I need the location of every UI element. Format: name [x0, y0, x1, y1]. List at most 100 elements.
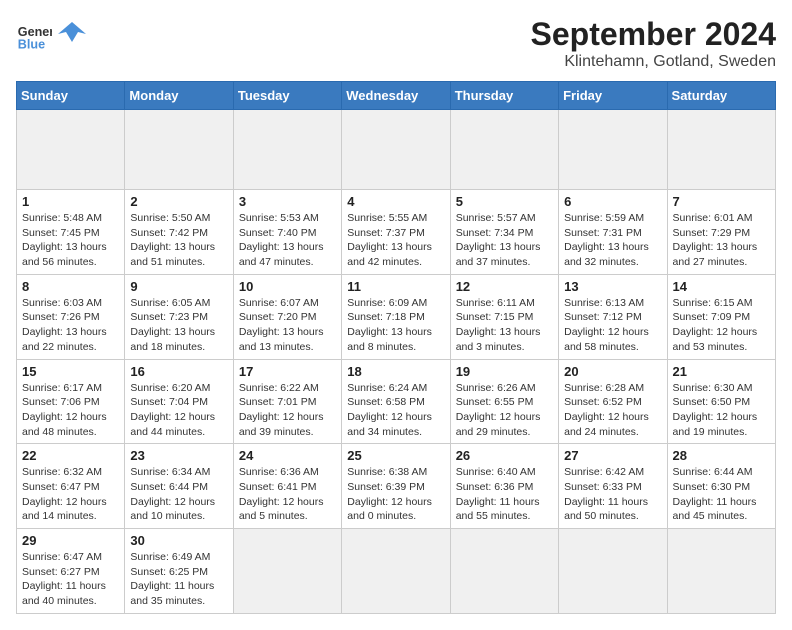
day-info: Sunrise: 6:38 AMSunset: 6:39 PMDaylight:…: [347, 465, 444, 524]
calendar-cell: [125, 110, 233, 190]
calendar-cell: 17 Sunrise: 6:22 AMSunset: 7:01 PMDayligh…: [233, 359, 341, 444]
day-number: 13: [564, 279, 661, 294]
day-number: 16: [130, 364, 227, 379]
day-info: Sunrise: 6:36 AMSunset: 6:41 PMDaylight:…: [239, 465, 336, 524]
day-info: Sunrise: 5:48 AMSunset: 7:45 PMDaylight:…: [22, 211, 119, 270]
calendar-cell: 18 Sunrise: 6:24 AMSunset: 6:58 PMDayligh…: [342, 359, 450, 444]
day-number: 9: [130, 279, 227, 294]
weekday-header-row: SundayMondayTuesdayWednesdayThursdayFrid…: [17, 82, 776, 110]
day-number: 27: [564, 448, 661, 463]
calendar-cell: 12 Sunrise: 6:11 AMSunset: 7:15 PMDayligh…: [450, 274, 558, 359]
calendar-cell: 28 Sunrise: 6:44 AMSunset: 6:30 PMDayligh…: [667, 444, 775, 529]
calendar-cell: 21 Sunrise: 6:30 AMSunset: 6:50 PMDayligh…: [667, 359, 775, 444]
calendar-cell: [233, 529, 341, 614]
calendar-cell: 16 Sunrise: 6:20 AMSunset: 7:04 PMDayligh…: [125, 359, 233, 444]
day-number: 29: [22, 533, 119, 548]
calendar-cell: [233, 110, 341, 190]
weekday-monday: Monday: [125, 82, 233, 110]
day-info: Sunrise: 6:32 AMSunset: 6:47 PMDaylight:…: [22, 465, 119, 524]
calendar-cell: 30 Sunrise: 6:49 AMSunset: 6:25 PMDayligh…: [125, 529, 233, 614]
day-number: 22: [22, 448, 119, 463]
day-number: 30: [130, 533, 227, 548]
day-number: 25: [347, 448, 444, 463]
day-info: Sunrise: 5:59 AMSunset: 7:31 PMDaylight:…: [564, 211, 661, 270]
day-number: 15: [22, 364, 119, 379]
calendar-cell: [17, 110, 125, 190]
day-info: Sunrise: 6:11 AMSunset: 7:15 PMDaylight:…: [456, 296, 553, 355]
calendar-week-2: 8 Sunrise: 6:03 AMSunset: 7:26 PMDaylight…: [17, 274, 776, 359]
day-number: 28: [673, 448, 770, 463]
day-info: Sunrise: 6:24 AMSunset: 6:58 PMDaylight:…: [347, 381, 444, 440]
day-number: 23: [130, 448, 227, 463]
day-number: 8: [22, 279, 119, 294]
page-subtitle: Klintehamn, Gotland, Sweden: [531, 53, 776, 71]
calendar-cell: 22 Sunrise: 6:32 AMSunset: 6:47 PMDayligh…: [17, 444, 125, 529]
weekday-thursday: Thursday: [450, 82, 558, 110]
logo-icon: General Blue: [16, 16, 52, 52]
calendar-cell: 5Sunrise: 5:57 AMSunset: 7:34 PMDaylight…: [450, 190, 558, 275]
day-info: Sunrise: 6:07 AMSunset: 7:20 PMDaylight:…: [239, 296, 336, 355]
day-number: 11: [347, 279, 444, 294]
calendar-cell: [559, 110, 667, 190]
day-info: Sunrise: 6:44 AMSunset: 6:30 PMDaylight:…: [673, 465, 770, 524]
day-info: Sunrise: 6:15 AMSunset: 7:09 PMDaylight:…: [673, 296, 770, 355]
day-number: 1: [22, 194, 119, 209]
svg-text:Blue: Blue: [18, 37, 45, 51]
weekday-saturday: Saturday: [667, 82, 775, 110]
calendar-cell: 1 Sunrise: 5:48 AMSunset: 7:45 PMDaylight…: [17, 190, 125, 275]
calendar-cell: 29 Sunrise: 6:47 AMSunset: 6:27 PMDayligh…: [17, 529, 125, 614]
calendar-cell: 25 Sunrise: 6:38 AMSunset: 6:39 PMDayligh…: [342, 444, 450, 529]
day-info: Sunrise: 6:22 AMSunset: 7:01 PMDaylight:…: [239, 381, 336, 440]
calendar-cell: 3Sunrise: 5:53 AMSunset: 7:40 PMDaylight…: [233, 190, 341, 275]
day-info: Sunrise: 5:53 AMSunset: 7:40 PMDaylight:…: [239, 211, 336, 270]
day-info: Sunrise: 6:01 AMSunset: 7:29 PMDaylight:…: [673, 211, 770, 270]
calendar-cell: 13Sunrise: 6:13 AMSunset: 7:12 PMDayligh…: [559, 274, 667, 359]
calendar-body: 1 Sunrise: 5:48 AMSunset: 7:45 PMDaylight…: [17, 110, 776, 614]
calendar-week-1: 1 Sunrise: 5:48 AMSunset: 7:45 PMDaylight…: [17, 190, 776, 275]
day-info: Sunrise: 6:30 AMSunset: 6:50 PMDaylight:…: [673, 381, 770, 440]
day-number: 24: [239, 448, 336, 463]
calendar-cell: [342, 529, 450, 614]
calendar-cell: [559, 529, 667, 614]
day-number: 4: [347, 194, 444, 209]
day-number: 2: [130, 194, 227, 209]
weekday-friday: Friday: [559, 82, 667, 110]
calendar-week-5: 29 Sunrise: 6:47 AMSunset: 6:27 PMDayligh…: [17, 529, 776, 614]
title-block: September 2024 Klintehamn, Gotland, Swed…: [531, 16, 776, 71]
calendar-cell: 10 Sunrise: 6:07 AMSunset: 7:20 PMDayligh…: [233, 274, 341, 359]
calendar-cell: 26Sunrise: 6:40 AMSunset: 6:36 PMDayligh…: [450, 444, 558, 529]
day-number: 12: [456, 279, 553, 294]
day-number: 19: [456, 364, 553, 379]
calendar-cell: 6Sunrise: 5:59 AMSunset: 7:31 PMDaylight…: [559, 190, 667, 275]
page-header: General Blue September 2024 Klintehamn, …: [16, 16, 776, 71]
day-info: Sunrise: 5:50 AMSunset: 7:42 PMDaylight:…: [130, 211, 227, 270]
day-info: Sunrise: 6:49 AMSunset: 6:25 PMDaylight:…: [130, 550, 227, 609]
calendar-table: SundayMondayTuesdayWednesdayThursdayFrid…: [16, 81, 776, 614]
calendar-week-4: 22 Sunrise: 6:32 AMSunset: 6:47 PMDayligh…: [17, 444, 776, 529]
calendar-cell: 15Sunrise: 6:17 AMSunset: 7:06 PMDayligh…: [17, 359, 125, 444]
weekday-tuesday: Tuesday: [233, 82, 341, 110]
day-info: Sunrise: 6:26 AMSunset: 6:55 PMDaylight:…: [456, 381, 553, 440]
calendar-cell: [342, 110, 450, 190]
day-number: 21: [673, 364, 770, 379]
day-info: Sunrise: 6:28 AMSunset: 6:52 PMDaylight:…: [564, 381, 661, 440]
day-number: 18: [347, 364, 444, 379]
calendar-cell: 2 Sunrise: 5:50 AMSunset: 7:42 PMDaylight…: [125, 190, 233, 275]
calendar-cell: 11Sunrise: 6:09 AMSunset: 7:18 PMDayligh…: [342, 274, 450, 359]
day-number: 7: [673, 194, 770, 209]
day-info: Sunrise: 5:57 AMSunset: 7:34 PMDaylight:…: [456, 211, 553, 270]
day-info: Sunrise: 6:34 AMSunset: 6:44 PMDaylight:…: [130, 465, 227, 524]
day-number: 10: [239, 279, 336, 294]
calendar-cell: 4Sunrise: 5:55 AMSunset: 7:37 PMDaylight…: [342, 190, 450, 275]
day-info: Sunrise: 6:47 AMSunset: 6:27 PMDaylight:…: [22, 550, 119, 609]
calendar-cell: 7 Sunrise: 6:01 AMSunset: 7:29 PMDaylight…: [667, 190, 775, 275]
day-info: Sunrise: 6:20 AMSunset: 7:04 PMDaylight:…: [130, 381, 227, 440]
calendar-cell: 23 Sunrise: 6:34 AMSunset: 6:44 PMDayligh…: [125, 444, 233, 529]
logo: General Blue: [16, 16, 86, 52]
calendar-header: SundayMondayTuesdayWednesdayThursdayFrid…: [17, 82, 776, 110]
day-number: 20: [564, 364, 661, 379]
day-info: Sunrise: 6:03 AMSunset: 7:26 PMDaylight:…: [22, 296, 119, 355]
calendar-cell: 24 Sunrise: 6:36 AMSunset: 6:41 PMDayligh…: [233, 444, 341, 529]
day-number: 17: [239, 364, 336, 379]
day-info: Sunrise: 6:40 AMSunset: 6:36 PMDaylight:…: [456, 465, 553, 524]
